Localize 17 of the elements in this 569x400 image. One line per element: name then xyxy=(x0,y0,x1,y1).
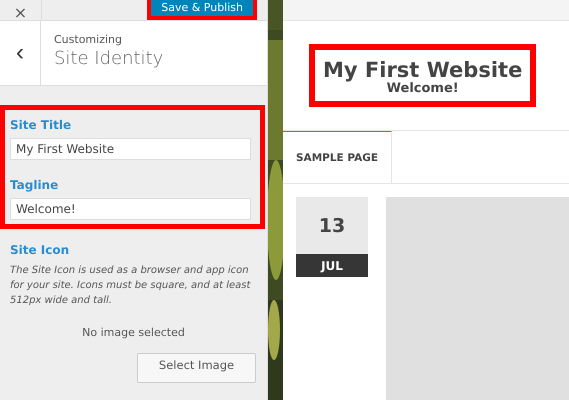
menu-tab[interactable]: SAMPLE PAGE xyxy=(283,131,392,183)
publish-button[interactable]: Save & Publish xyxy=(151,0,253,16)
description: The Site Icon is used as a browser and app icon for your site. Icons must be square, and at least 512px wide and tall. xyxy=(10,264,252,308)
date-month: JUL xyxy=(296,254,368,277)
close-button[interactable]: × xyxy=(0,0,42,20)
date-day: 13 xyxy=(296,197,368,254)
panel-title: Site Identity xyxy=(54,48,164,69)
status-text: No image selected xyxy=(81,326,186,339)
tagline: Welcome! xyxy=(386,82,459,96)
text-field[interactable]: Welcome! xyxy=(10,198,251,220)
site-title: My First Website xyxy=(323,58,522,82)
text-field[interactable]: My First Website xyxy=(10,138,251,160)
breadcrumb: Customizing xyxy=(54,33,123,46)
field-label: Site Title xyxy=(10,118,72,132)
field-label: Tagline xyxy=(10,178,60,192)
select-image-button[interactable]: Select Image xyxy=(137,353,256,383)
section-label: Site Icon xyxy=(10,243,70,257)
